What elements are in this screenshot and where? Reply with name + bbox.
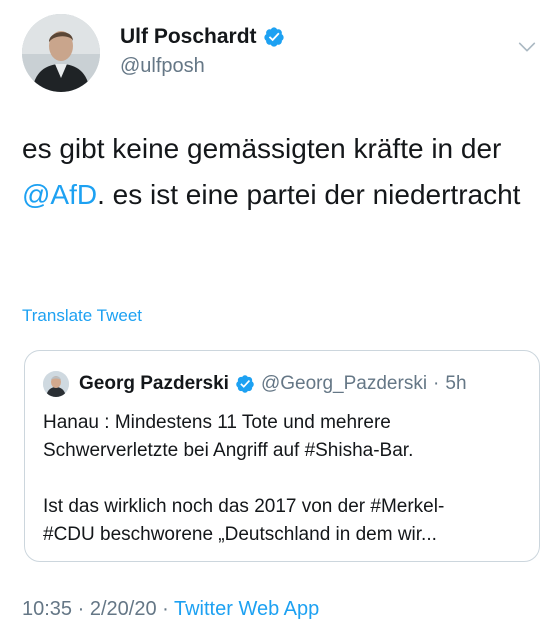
author-name[interactable]: Ulf Poschardt: [120, 24, 257, 50]
quoted-line-1: Hanau : Mindestens 11 Tote und mehrere: [43, 412, 391, 433]
tweet: Ulf Poschardt @ulfposh es gibt keine gem…: [0, 0, 558, 638]
quoted-timestamp: 5h: [445, 373, 467, 394]
tweet-text-before: es gibt keine gemässigten kräfte in der: [22, 133, 502, 164]
quoted-line-2: Schwerverletzte bei Angriff auf #Shisha-…: [43, 440, 414, 461]
avatar[interactable]: [22, 14, 100, 92]
source-app-link[interactable]: Twitter Web App: [174, 598, 319, 620]
quoted-tweet-text: Hanau : Mindestens 11 Tote und mehrere S…: [43, 409, 523, 549]
author-name-row: Ulf Poschardt: [120, 24, 285, 50]
tweet-text-after: . es ist eine partei der niedertracht: [97, 179, 521, 210]
quoted-separator: ·: [433, 373, 440, 394]
quoted-avatar: [43, 371, 69, 397]
footer-separator: ·: [156, 598, 174, 620]
quoted-author-name: Georg Pazderski: [79, 373, 229, 394]
verified-badge-icon: [235, 374, 255, 394]
quoted-tweet[interactable]: Georg Pazderski @Georg_Pazderski · 5h Ha…: [24, 350, 540, 562]
verified-badge-icon: [263, 26, 285, 48]
quoted-tweet-header: Georg Pazderski @Georg_Pazderski · 5h: [43, 371, 467, 397]
mention-link[interactable]: @AfD: [22, 179, 97, 210]
chevron-down-icon[interactable]: [516, 36, 538, 58]
footer-separator: ·: [72, 598, 90, 620]
author-handle[interactable]: @ulfposh: [120, 53, 285, 79]
tweet-footer: 10:35 · 2/20/20 · Twitter Web App: [22, 598, 319, 621]
quoted-line-3: Ist das wirklich noch das 2017 von der #…: [43, 496, 445, 517]
quoted-author-handle: @Georg_Pazderski: [260, 373, 428, 394]
author-info: Ulf Poschardt @ulfposh: [120, 24, 285, 79]
tweet-header: Ulf Poschardt @ulfposh: [22, 14, 542, 94]
translate-tweet-link[interactable]: Translate Tweet: [22, 306, 142, 326]
tweet-text: es gibt keine gemässigten kräfte in der …: [22, 126, 542, 218]
tweet-time[interactable]: 10:35: [22, 598, 72, 620]
tweet-date[interactable]: 2/20/20: [90, 598, 157, 620]
quoted-line-4: #CDU beschworene „Deutschland in dem wir…: [43, 524, 437, 545]
